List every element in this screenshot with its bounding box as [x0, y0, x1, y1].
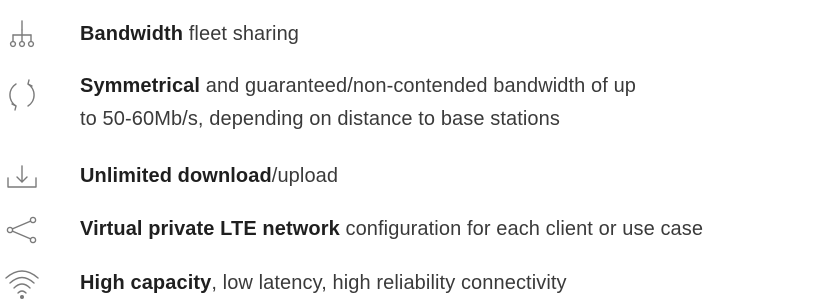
- feature-rest: fleet sharing: [183, 23, 300, 45]
- network-hierarchy-icon: [0, 18, 44, 52]
- feature-rest: and guaranteed/non-contended bandwidth o…: [200, 75, 637, 97]
- feature-text: Bandwidth fleet sharing: [80, 18, 299, 51]
- feature-bold: Virtual private LTE network: [80, 218, 340, 240]
- download-icon: [0, 160, 44, 194]
- sync-arrows-icon: [0, 78, 44, 112]
- feature-bold: High capacity: [80, 272, 212, 294]
- feature-rest-line-2: to 50-60Mb/s, depending on distance to b…: [80, 108, 560, 130]
- feature-text: High capacity, low latency, high reliabi…: [80, 267, 567, 300]
- feature-list: Bandwidth fleet sharing Symmetrical and …: [0, 0, 826, 304]
- feature-text: Virtual private LTE network configuratio…: [80, 213, 703, 246]
- feature-rest: , low latency, high reliability connecti…: [211, 272, 567, 294]
- share-nodes-icon: [0, 213, 44, 247]
- feature-rest: /upload: [271, 165, 339, 187]
- feature-text: Unlimited download/upload: [80, 160, 338, 193]
- feature-text: Symmetrical and guaranteed/non-contended…: [80, 70, 636, 136]
- feature-bold: Bandwidth: [80, 23, 184, 45]
- feature-bold: Symmetrical: [80, 75, 201, 97]
- wifi-icon: [0, 267, 44, 301]
- feature-rest: configuration for each client or use cas…: [339, 218, 704, 240]
- feature-bold: Unlimited download: [80, 165, 272, 187]
